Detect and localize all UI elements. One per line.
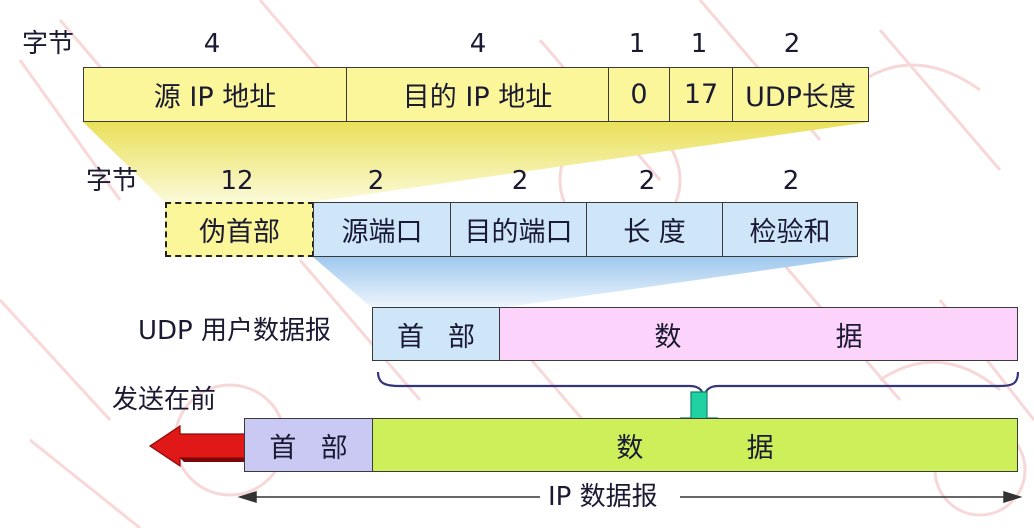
udp-header-text-right: 部 (448, 321, 475, 353)
diagram-stage: 字节 4 4 1 1 2 源 IP 地址 目的 IP 地址 0 17 UDP长度… (0, 0, 1034, 528)
field-pseudo-header: 伪首部 (165, 202, 314, 257)
udp-byte-count-5: 2 (782, 166, 800, 196)
field-destination-port: 目的端口 (450, 202, 587, 257)
field-udp-length: UDP长度 (732, 67, 869, 122)
field-checksum: 检验和 (722, 202, 858, 257)
left-arrow-icon (148, 424, 247, 468)
ip-bytes-label: 字节 (22, 29, 75, 59)
ip-header-text-left: 首 (269, 432, 297, 464)
udp-data-text-left: 数 (654, 321, 682, 353)
field-source-ip: 源 IP 地址 (83, 67, 347, 122)
ip-byte-count-2: 4 (469, 29, 487, 59)
udp-data-box: 数 据 (499, 307, 1018, 361)
udp-byte-count-2: 2 (367, 166, 385, 196)
ip-byte-count-3: 1 (628, 29, 646, 59)
udp-header-box: 首 部 (372, 307, 500, 361)
udp-byte-count-1: 12 (220, 166, 254, 196)
udp-bytes-label: 字节 (86, 166, 139, 196)
field-source-port: 源端口 (313, 202, 451, 257)
ip-byte-count-5: 2 (783, 29, 801, 59)
ip-datagram-label: IP 数据报 (548, 482, 658, 512)
ip-header-box: 首 部 (244, 418, 373, 472)
udp-byte-count-3: 2 (511, 166, 529, 196)
ip-byte-count-1: 4 (203, 29, 221, 59)
udp-byte-count-4: 2 (638, 166, 656, 196)
udp-data-text-right: 据 (835, 321, 863, 353)
field-length: 长 度 (586, 202, 723, 257)
ip-data-text-right: 据 (746, 432, 774, 464)
field-protocol: 17 (669, 67, 733, 122)
field-zero: 0 (608, 67, 670, 122)
udp-header-expansion (313, 257, 858, 308)
ip-data-box: 数 据 (372, 418, 1018, 472)
ip-byte-count-4: 1 (690, 29, 708, 59)
ip-header-text-right: 部 (320, 432, 348, 464)
udp-datagram-label: UDP 用户数据报 (138, 316, 331, 346)
udp-header-text-left: 首 (397, 321, 424, 353)
send-first-label: 发送在前 (112, 385, 217, 415)
ip-data-text-left: 数 (616, 432, 644, 464)
field-destination-ip: 目的 IP 地址 (346, 67, 609, 122)
ip-pseudo-expansion (83, 122, 869, 202)
